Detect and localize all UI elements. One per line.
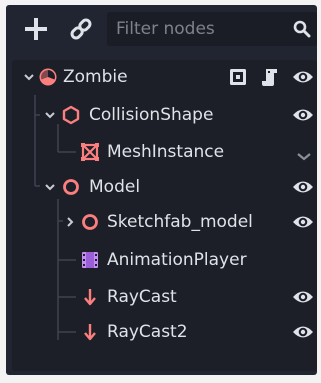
node-label: Model (89, 177, 141, 197)
tree-node-raycast2[interactable]: RayCast2 (12, 315, 317, 349)
node-label: Zombie (63, 67, 128, 87)
chevron-down-icon[interactable] (294, 145, 314, 165)
node-label: Sketchfab_model (107, 212, 253, 232)
tree-node-raycast[interactable]: RayCast (12, 280, 317, 314)
node-label: AnimationPlayer (107, 250, 247, 270)
expand-arrow-icon[interactable] (23, 71, 35, 83)
tree-node-meshinstance[interactable]: MeshInstance (12, 135, 317, 169)
filter-nodes-input[interactable] (107, 12, 287, 46)
instance-scene-button[interactable] (66, 14, 96, 44)
add-node-button[interactable] (21, 14, 51, 44)
tree-node-model[interactable]: Model (12, 170, 317, 204)
link-icon (70, 18, 92, 40)
expand-arrow-icon[interactable] (64, 216, 76, 228)
scene-panel: Zombie (0, 0, 321, 383)
scene-dock: Zombie (6, 5, 317, 375)
visibility-eye-icon[interactable] (292, 323, 314, 341)
tree-node-sketchfab-model[interactable]: Sketchfab_model (12, 205, 317, 239)
search-icon[interactable] (293, 20, 311, 38)
node-label: RayCast (107, 287, 177, 307)
visibility-eye-icon[interactable] (292, 178, 314, 196)
collision-shape-icon (62, 105, 80, 125)
tree-node-collisionshape[interactable]: CollisionShape (12, 98, 317, 132)
node-label: CollisionShape (89, 105, 214, 125)
mesh-instance-icon (81, 143, 99, 161)
visibility-eye-icon[interactable] (292, 106, 314, 124)
group-icon[interactable] (228, 67, 248, 87)
scene-toolbar (6, 5, 317, 55)
animation-player-icon (82, 252, 98, 268)
tree-node-zombie[interactable]: Zombie (12, 60, 317, 94)
visibility-eye-icon[interactable] (292, 288, 314, 306)
raycast-icon (84, 324, 96, 341)
filter-nodes-field (107, 12, 317, 46)
spatial-root-icon (39, 68, 57, 86)
scene-tree: Zombie CollisionShape MeshInstance Model… (12, 60, 317, 371)
tree-node-animationplayer[interactable]: AnimationPlayer (12, 243, 317, 277)
plus-icon (25, 18, 47, 40)
visibility-eye-icon[interactable] (292, 213, 314, 231)
node-label: RayCast2 (107, 322, 188, 342)
raycast-icon (84, 289, 96, 306)
visibility-eye-icon[interactable] (292, 68, 314, 86)
node-label: MeshInstance (107, 142, 225, 162)
spatial-icon (82, 214, 98, 230)
spatial-icon (63, 179, 79, 195)
script-icon[interactable] (260, 67, 280, 87)
expand-arrow-icon[interactable] (44, 109, 56, 121)
expand-arrow-icon[interactable] (44, 181, 56, 193)
